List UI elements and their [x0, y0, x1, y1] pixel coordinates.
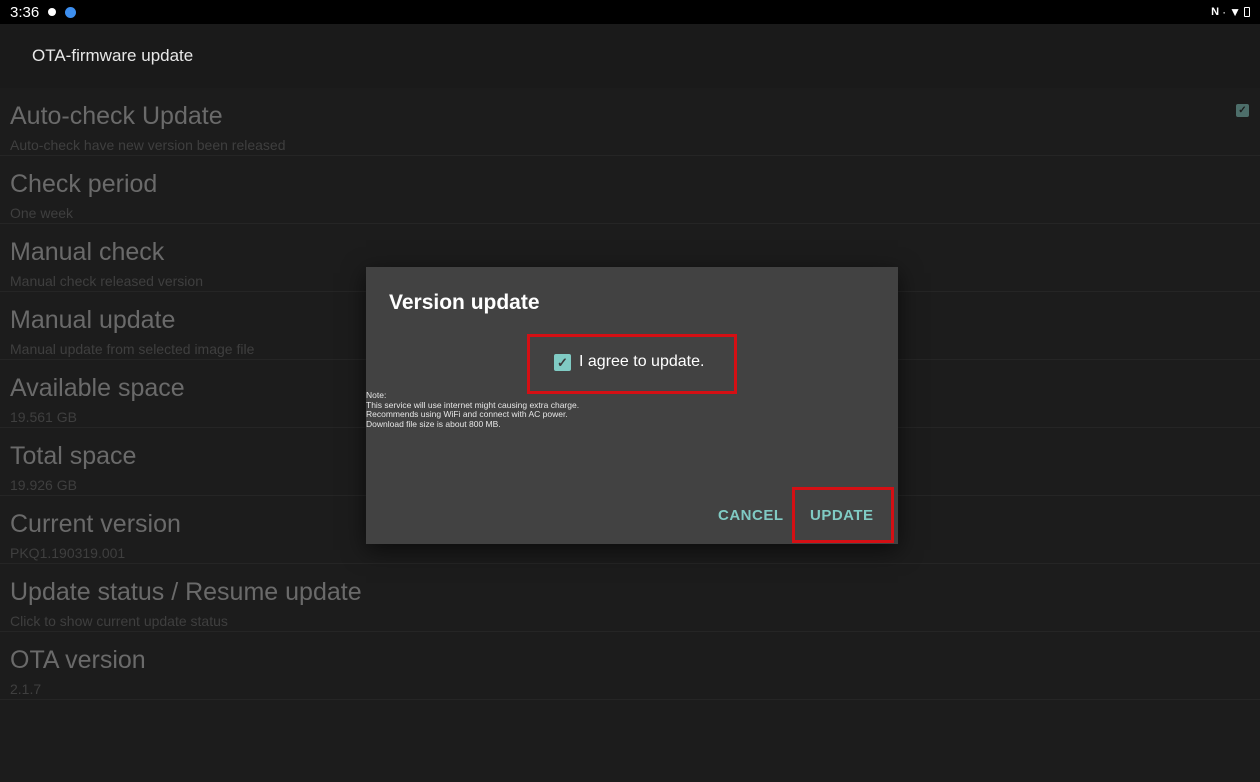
separator-dot-icon: ·: [1222, 5, 1227, 19]
agree-label: I agree to update.: [579, 353, 705, 370]
pref-check-period[interactable]: Check period One week: [0, 156, 1260, 224]
pref-title: Check period: [10, 170, 158, 198]
pref-ota-version[interactable]: OTA version 2.1.7: [0, 632, 1260, 700]
status-right: N · ▼: [1211, 5, 1250, 19]
note-line: Download file size is about 800 MB.: [366, 418, 501, 429]
pref-auto-check[interactable]: Auto-check Update Auto-check have new ve…: [0, 88, 1260, 156]
pref-summary: One week: [10, 205, 74, 221]
pref-summary: Auto-check have new version been release…: [10, 137, 286, 153]
pref-summary: 2.1.7: [10, 681, 42, 697]
update-button[interactable]: UPDATE: [810, 507, 874, 524]
wifi-icon: ▼: [1229, 5, 1241, 19]
pref-title: Manual update: [10, 306, 176, 334]
status-bar: 3:36 N · ▼: [0, 0, 1260, 24]
agree-checkbox-row[interactable]: ✓ I agree to update.: [554, 353, 704, 371]
nfc-icon: N: [1211, 6, 1220, 18]
pref-summary: PKQ1.190319.001: [10, 545, 126, 561]
checkbox-checked-icon[interactable]: ✓: [1236, 104, 1249, 117]
cancel-button[interactable]: CANCEL: [718, 507, 784, 524]
pref-summary: 19.926 GB: [10, 477, 77, 493]
battery-icon: [1244, 7, 1250, 17]
pref-summary: 19.561 GB: [10, 409, 77, 425]
pref-summary: Manual check released version: [10, 273, 203, 289]
pref-title: Update status / Resume update: [10, 578, 362, 606]
note-text: Note: This service will use internet mig…: [366, 390, 579, 429]
status-left: 3:36: [10, 3, 77, 21]
pref-title: OTA version: [10, 646, 146, 674]
status-time: 3:36: [10, 3, 40, 21]
app-title: OTA-firmware update: [32, 46, 194, 65]
pref-title: Manual check: [10, 238, 165, 266]
pref-update-status[interactable]: Update status / Resume update Click to s…: [0, 564, 1260, 632]
version-update-dialog: Version update ✓ I agree to update. Note…: [366, 267, 898, 544]
globe-icon: [65, 6, 77, 18]
dialog-title: Version update: [389, 291, 540, 314]
checkbox-checked-icon[interactable]: ✓: [554, 353, 571, 371]
pref-summary: Click to show current update status: [10, 613, 228, 629]
pref-title: Current version: [10, 510, 181, 538]
pref-summary: Manual update from selected image file: [10, 341, 255, 357]
app-bar: OTA-firmware update: [0, 24, 1260, 88]
pref-title: Total space: [10, 442, 137, 470]
pref-title: Available space: [10, 374, 185, 402]
notification-dot-icon: [48, 8, 57, 16]
pref-title: Auto-check Update: [10, 102, 223, 130]
